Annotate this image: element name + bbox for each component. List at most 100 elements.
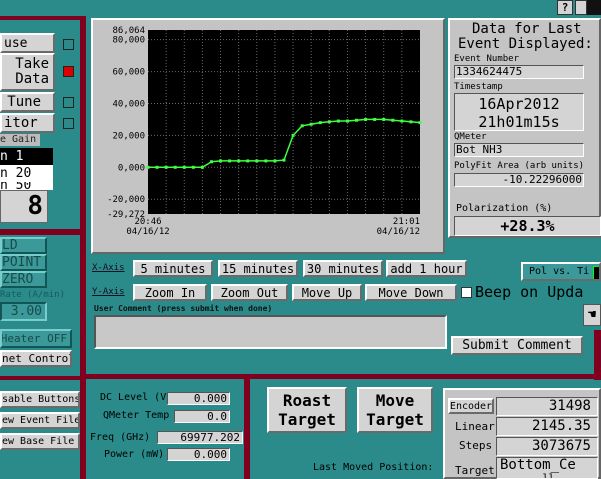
data-point xyxy=(246,159,250,163)
zoom-out-button[interactable]: Zoom Out xyxy=(211,284,288,301)
data-point xyxy=(355,118,359,122)
x-start-date-label: 04/16/12 xyxy=(126,227,169,237)
data-point xyxy=(382,117,386,121)
data-point xyxy=(228,159,232,163)
divider-vertical-bottom xyxy=(244,379,250,479)
pause-button[interactable]: use xyxy=(0,33,55,53)
steps-label: Steps xyxy=(459,439,493,452)
zoom-in-button[interactable]: Zoom In xyxy=(133,284,207,301)
pause-checkbox[interactable] xyxy=(63,39,74,50)
move-down-button[interactable]: Move Down xyxy=(365,284,457,301)
take-data-indicator xyxy=(63,66,74,77)
dc-level-label: DC Level (V) xyxy=(100,392,173,403)
hand-icon[interactable]: ☚ xyxy=(583,304,601,326)
zero-button[interactable]: ZERO xyxy=(0,271,47,288)
disable-buttons-button[interactable]: sable Buttons xyxy=(0,391,80,408)
new-base-file-button[interactable]: ew Base File xyxy=(0,433,80,450)
plot-area xyxy=(148,30,420,214)
data-point xyxy=(336,119,340,123)
event-panel-title-1: Data for Last xyxy=(472,21,582,37)
gain-option-50[interactable]: n 50 xyxy=(0,182,53,190)
y-tick-label: 80,000 xyxy=(112,36,145,46)
data-point xyxy=(273,159,277,163)
target-value: Bottom_Ce xyxy=(500,457,576,473)
take-data-button[interactable]: Take Data xyxy=(0,53,55,91)
roast-line1: Roast xyxy=(282,391,332,410)
x-end-time-label: 21:01 xyxy=(393,217,420,227)
y-tick-label: 0,000 xyxy=(118,163,145,173)
submit-comment-button[interactable]: Submit Comment xyxy=(451,336,583,355)
data-point xyxy=(282,158,286,162)
x-add-1-hour-button[interactable]: add 1 hour xyxy=(386,260,467,277)
move-up-button[interactable]: Move Up xyxy=(292,284,362,301)
target-field: Bottom_Ce ll xyxy=(496,457,598,479)
timestamp-field: 16Apr2012 21h01m15s xyxy=(454,93,584,131)
tune-button[interactable]: Tune xyxy=(0,92,55,112)
x-end-date-label: 04/16/12 xyxy=(377,227,420,237)
qmeter-temp-field: 0.0 xyxy=(174,410,230,423)
monitor-button[interactable]: itor xyxy=(0,113,55,133)
divider-left-low xyxy=(0,376,86,380)
move-target-button[interactable]: Move Target xyxy=(357,387,433,433)
help-icon[interactable]: ? xyxy=(557,0,573,15)
x-30-minutes-button[interactable]: 30 minutes xyxy=(303,260,383,277)
data-point xyxy=(219,159,223,163)
y-tick-label: 86,064 xyxy=(112,26,145,36)
magnet-controls-button[interactable]: net Controls xyxy=(0,350,72,367)
position-panel: Encoder 31498 Linear 2145.35 Steps 30736… xyxy=(443,388,601,479)
roast-target-button[interactable]: Roast Target xyxy=(267,387,347,433)
gain-option-1[interactable]: n 1 xyxy=(0,148,53,165)
power-field: 0.000 xyxy=(167,448,230,461)
move-line1: Move xyxy=(375,391,415,410)
gain-option-20[interactable]: n 20 xyxy=(0,165,53,182)
data-point xyxy=(191,165,195,169)
move-line2: Target xyxy=(366,410,424,429)
event-panel-title-2: Event Displayed: xyxy=(458,36,593,52)
scroll-icon[interactable] xyxy=(575,0,587,15)
polyfit-label: PolyFit Area (arb units) xyxy=(454,161,585,171)
comment-input[interactable] xyxy=(94,315,447,349)
setpoint-button[interactable]: POINT xyxy=(0,254,47,271)
polyfit-field: -10.22296000 xyxy=(454,173,584,187)
y-tick-label: -20,000 xyxy=(107,195,145,205)
data-point xyxy=(418,121,422,125)
hold-button[interactable]: LD xyxy=(0,237,47,254)
heater-off-button[interactable]: Heater OFF xyxy=(0,329,72,348)
divider-horizontal-bottom xyxy=(86,374,601,379)
gain-label: e Gain xyxy=(0,134,40,146)
event-data-panel: Data for Last Event Displayed: Event Num… xyxy=(448,18,601,238)
linear-label: Linear xyxy=(455,420,495,433)
target-value-2: ll xyxy=(542,473,555,479)
tune-checkbox[interactable] xyxy=(63,97,74,108)
encoder-button[interactable]: Encoder xyxy=(448,398,494,414)
chart-panel: 86,064 80,000 60,000 40,000 20,000 0,000 -20,0… xyxy=(91,18,445,254)
timestamp-time: 21h01m15s xyxy=(478,113,560,131)
qmeter-field: Bot NH3 xyxy=(454,143,584,157)
timestamp-label: Timestamp xyxy=(454,82,503,92)
linear-field: 2145.35 xyxy=(496,417,598,436)
rate-label: Rate (A/min) xyxy=(0,290,66,300)
data-point xyxy=(300,124,304,128)
y-axis-label: Y-Axis xyxy=(92,287,125,297)
x-15-minutes-button[interactable]: 15 minutes xyxy=(218,260,298,277)
data-point xyxy=(173,165,177,169)
new-event-file-button[interactable]: ew Event File xyxy=(0,412,80,429)
monitor-checkbox[interactable] xyxy=(63,118,74,129)
qmeter-temp-label: QMeter Temp xyxy=(103,410,170,421)
y-tick-label: 60,000 xyxy=(112,68,145,78)
pol-vs-time-label: Pol vs. Ti xyxy=(529,266,590,277)
data-point xyxy=(182,165,186,169)
data-point xyxy=(146,165,150,169)
data-point xyxy=(309,122,313,126)
freq-field: 69977.202 xyxy=(157,431,243,444)
beep-checkbox[interactable] xyxy=(461,287,472,298)
qmeter-label: QMeter xyxy=(454,132,487,142)
data-point xyxy=(409,120,413,124)
pol-vs-time-toggle[interactable]: Pol vs. Ti xyxy=(521,262,601,281)
comment-label: User Comment (press submit when done) xyxy=(94,304,273,313)
target-label: Target xyxy=(455,464,495,477)
x-5-minutes-button[interactable]: 5 minutes xyxy=(133,260,213,277)
beep-label: Beep on Upda xyxy=(475,283,584,301)
y-tick-label: 20,000 xyxy=(112,131,145,141)
rate-value-field[interactable]: 3.00 xyxy=(0,302,47,321)
